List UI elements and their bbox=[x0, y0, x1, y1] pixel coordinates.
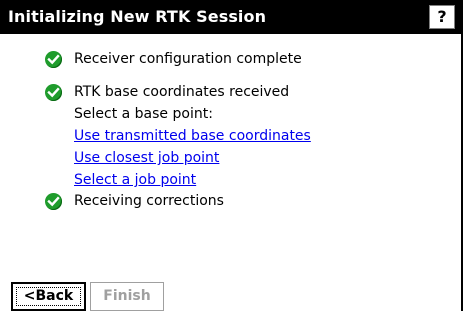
base-point-prompt: Select a base point: bbox=[74, 106, 213, 122]
check-circle-icon bbox=[45, 193, 62, 210]
check-circle-icon bbox=[45, 84, 62, 101]
help-button[interactable]: ? bbox=[429, 5, 455, 29]
status-receiver-config: Receiver configuration complete bbox=[74, 51, 302, 67]
button-bar: <Back Finish bbox=[0, 278, 461, 311]
title-bar: Initializing New RTK Session ? bbox=[0, 0, 461, 34]
finish-button[interactable]: Finish bbox=[90, 282, 164, 311]
status-content: Receiver configuration complete RTK base… bbox=[0, 34, 461, 274]
link-use-transmitted-base[interactable]: Use transmitted base coordinates bbox=[74, 128, 311, 144]
rtk-session-dialog: Initializing New RTK Session ? Receiver … bbox=[0, 0, 463, 311]
link-use-closest-job-point[interactable]: Use closest job point bbox=[74, 150, 219, 166]
check-circle-icon bbox=[45, 51, 62, 68]
status-receiving-corrections: Receiving corrections bbox=[74, 193, 224, 209]
status-base-coordinates: RTK base coordinates received bbox=[74, 84, 290, 100]
link-select-job-point[interactable]: Select a job point bbox=[74, 172, 196, 188]
back-button-label: <Back bbox=[16, 287, 81, 306]
window-title: Initializing New RTK Session bbox=[8, 7, 267, 26]
back-button[interactable]: <Back bbox=[11, 282, 86, 311]
